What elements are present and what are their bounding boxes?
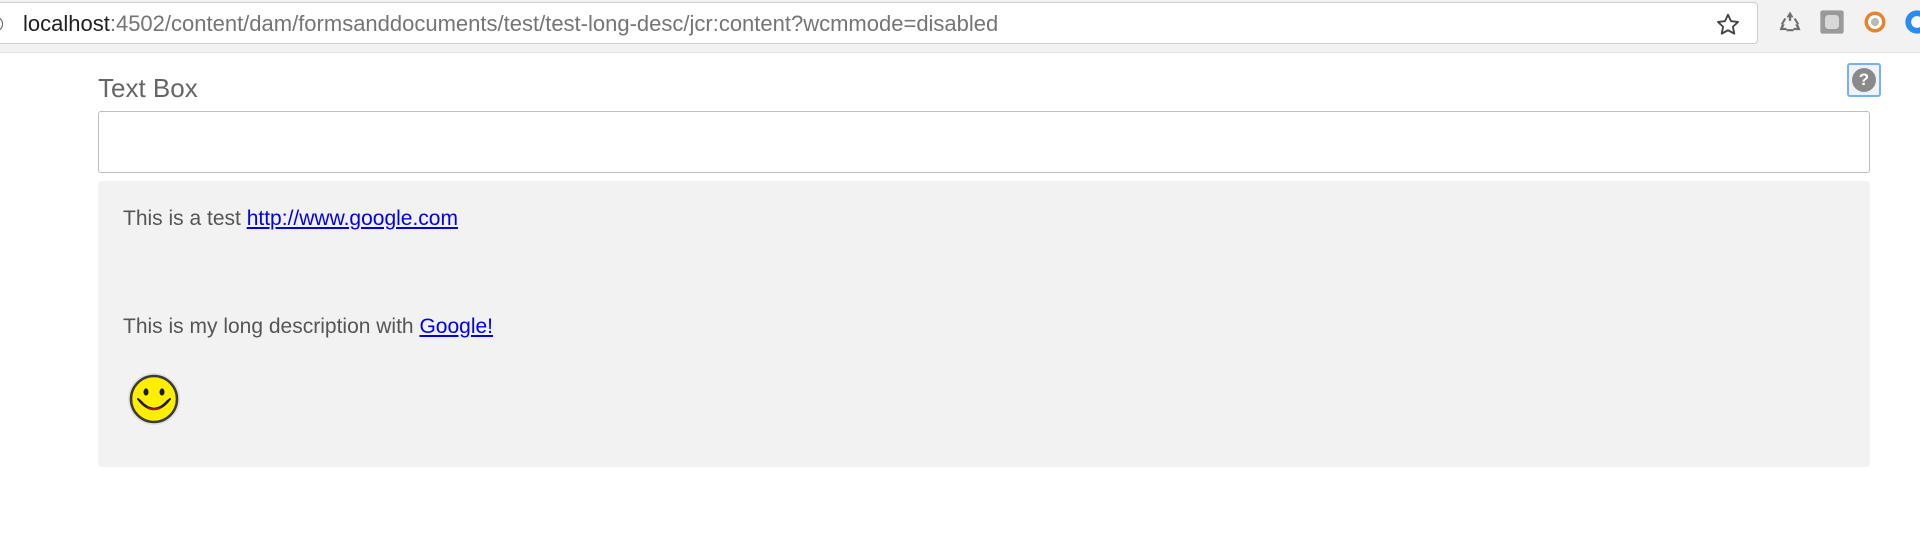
star-icon[interactable] — [1714, 11, 1742, 39]
text-box-input[interactable] — [98, 111, 1870, 173]
orange-circle-extension-icon[interactable] — [1861, 8, 1889, 36]
description-text-2: This is my long description with — [123, 315, 420, 338]
long-description-panel: This is a test http://www.google.com Thi… — [98, 181, 1870, 467]
recycle-icon[interactable] — [1776, 8, 1804, 36]
help-icon: ? — [1852, 68, 1876, 92]
blue-circle-extension-icon[interactable] — [1903, 8, 1920, 36]
help-button[interactable]: ? — [1847, 63, 1881, 97]
url-host: localhost — [23, 11, 110, 36]
info-icon[interactable]: i — [0, 16, 3, 32]
browser-toolbar: i localhost:4502/content/dam/formsanddoc… — [0, 0, 1920, 53]
google-url-link[interactable]: http://www.google.com — [247, 207, 458, 230]
description-line-2: This is my long description with Google! — [123, 315, 493, 339]
url-path: :4502/content/dam/formsanddocuments/test… — [109, 11, 999, 36]
description-line-1: This is a test http://www.google.com — [123, 207, 458, 231]
google-link[interactable]: Google! — [419, 315, 493, 338]
page-content: ? Text Box This is a test http://www.goo… — [0, 53, 1920, 556]
description-text-1: This is a test — [123, 207, 247, 230]
text-box-label: Text Box — [98, 73, 198, 103]
url-text[interactable]: localhost:4502/content/dam/formsanddocum… — [23, 12, 998, 36]
smiley-face-image — [128, 373, 180, 425]
address-bar[interactable]: i localhost:4502/content/dam/formsanddoc… — [0, 2, 1758, 44]
square-extension-icon[interactable] — [1818, 8, 1846, 36]
